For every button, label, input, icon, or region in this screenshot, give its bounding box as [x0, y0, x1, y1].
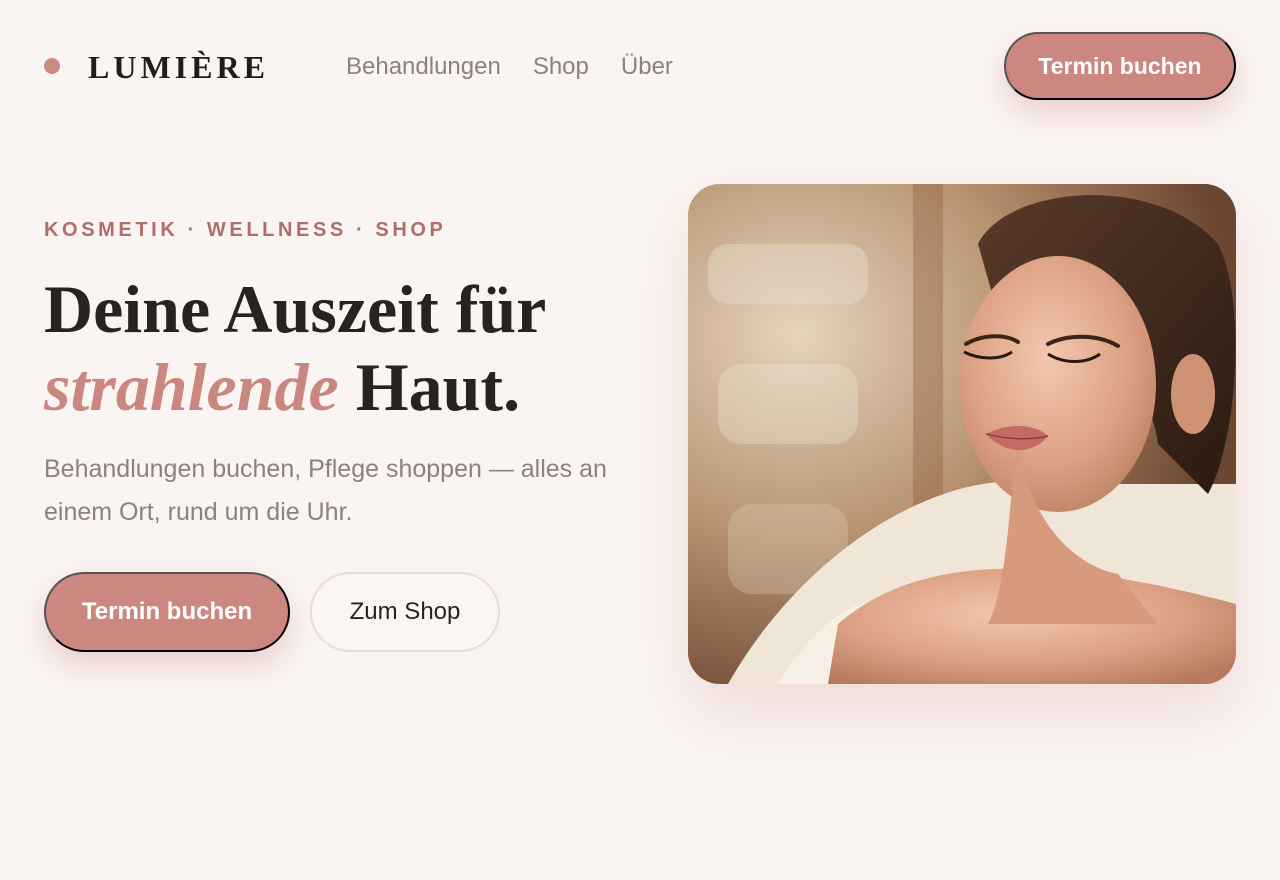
hero-lead: Behandlungen buchen, Pflege shoppen — al…	[44, 455, 607, 526]
headline-accent: strahlende	[44, 349, 339, 425]
hero-shop-button[interactable]: Zum Shop	[310, 572, 500, 652]
headline-line2: Haut.	[338, 349, 521, 425]
site-header: LUMIÈRE Behandlungen Shop Über Termin bu…	[0, 0, 1280, 136]
brand-logo[interactable]: LUMIÈRE	[88, 46, 269, 88]
main-nav: Behandlungen Shop Über	[346, 52, 673, 82]
hero-content: KOSMETIK · WELLNESS · SHOP Deine Auszeit…	[44, 212, 664, 652]
nav-item-ueber[interactable]: Über	[621, 52, 673, 82]
hero-eyebrow: KOSMETIK · WELLNESS · SHOP	[44, 219, 447, 241]
hero-book-button[interactable]: Termin buchen	[44, 572, 290, 652]
nav-item-behandlungen[interactable]: Behandlungen	[346, 52, 501, 82]
brand-dot-icon	[44, 58, 60, 74]
woman-relaxing-photo-icon	[688, 184, 1236, 684]
headline-line1: Deine Auszeit für	[44, 271, 547, 347]
header-book-button[interactable]: Termin buchen	[1004, 32, 1236, 100]
hero-headline: Deine Auszeit für strahlende Haut.	[44, 270, 664, 426]
hero-image	[688, 184, 1236, 684]
nav-item-shop[interactable]: Shop	[533, 52, 589, 82]
hero-actions: Termin buchen Zum Shop	[44, 572, 664, 652]
